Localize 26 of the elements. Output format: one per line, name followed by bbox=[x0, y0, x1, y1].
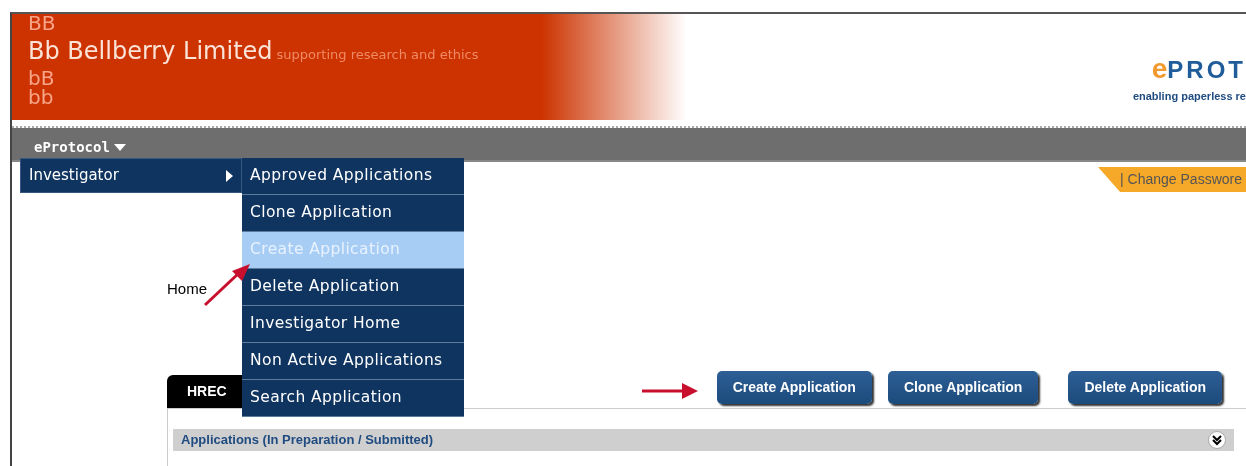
action-button[interactable]: Create Application bbox=[716, 371, 872, 404]
faded-letters: BB bbox=[28, 14, 57, 33]
submenu-item[interactable]: Delete Application bbox=[242, 269, 464, 306]
logo-name: PROT bbox=[1167, 56, 1246, 83]
submenu-item[interactable]: Non Active Applications bbox=[242, 343, 464, 380]
logo-mark: e bbox=[1151, 53, 1168, 84]
logo-tagline: enabling paperless re bbox=[1132, 90, 1246, 102]
submenu-item[interactable]: Clone Application bbox=[242, 195, 464, 232]
arrow bbox=[642, 383, 698, 399]
expand-icon[interactable] bbox=[1208, 431, 1226, 449]
submenu-item[interactable]: Investigator Home bbox=[242, 306, 464, 343]
submenu-item[interactable]: Approved Applications bbox=[242, 158, 464, 195]
action-button[interactable]: Clone Application bbox=[887, 371, 1039, 404]
change-password-link[interactable]: | Change Passwore bbox=[1098, 167, 1246, 192]
company-name: Bb Bellberry Limited bbox=[28, 36, 273, 67]
submenu-arrow-icon bbox=[226, 169, 233, 182]
submenu-item[interactable]: Search Application bbox=[242, 380, 464, 417]
nav-menu[interactable]: eProtocol bbox=[34, 137, 126, 158]
faded-letters: bb bbox=[28, 88, 55, 107]
action-button[interactable]: Delete Application bbox=[1068, 371, 1222, 404]
breadcrumb[interactable]: Home bbox=[167, 278, 207, 301]
faded-letters: bB bbox=[28, 69, 56, 88]
panel-title: Applications (In Preparation / Submitted) bbox=[181, 431, 434, 450]
company-tagline: supporting research and ethics bbox=[276, 46, 479, 64]
caret-icon bbox=[113, 143, 126, 152]
menu-item[interactable]: Investigator bbox=[20, 158, 242, 193]
